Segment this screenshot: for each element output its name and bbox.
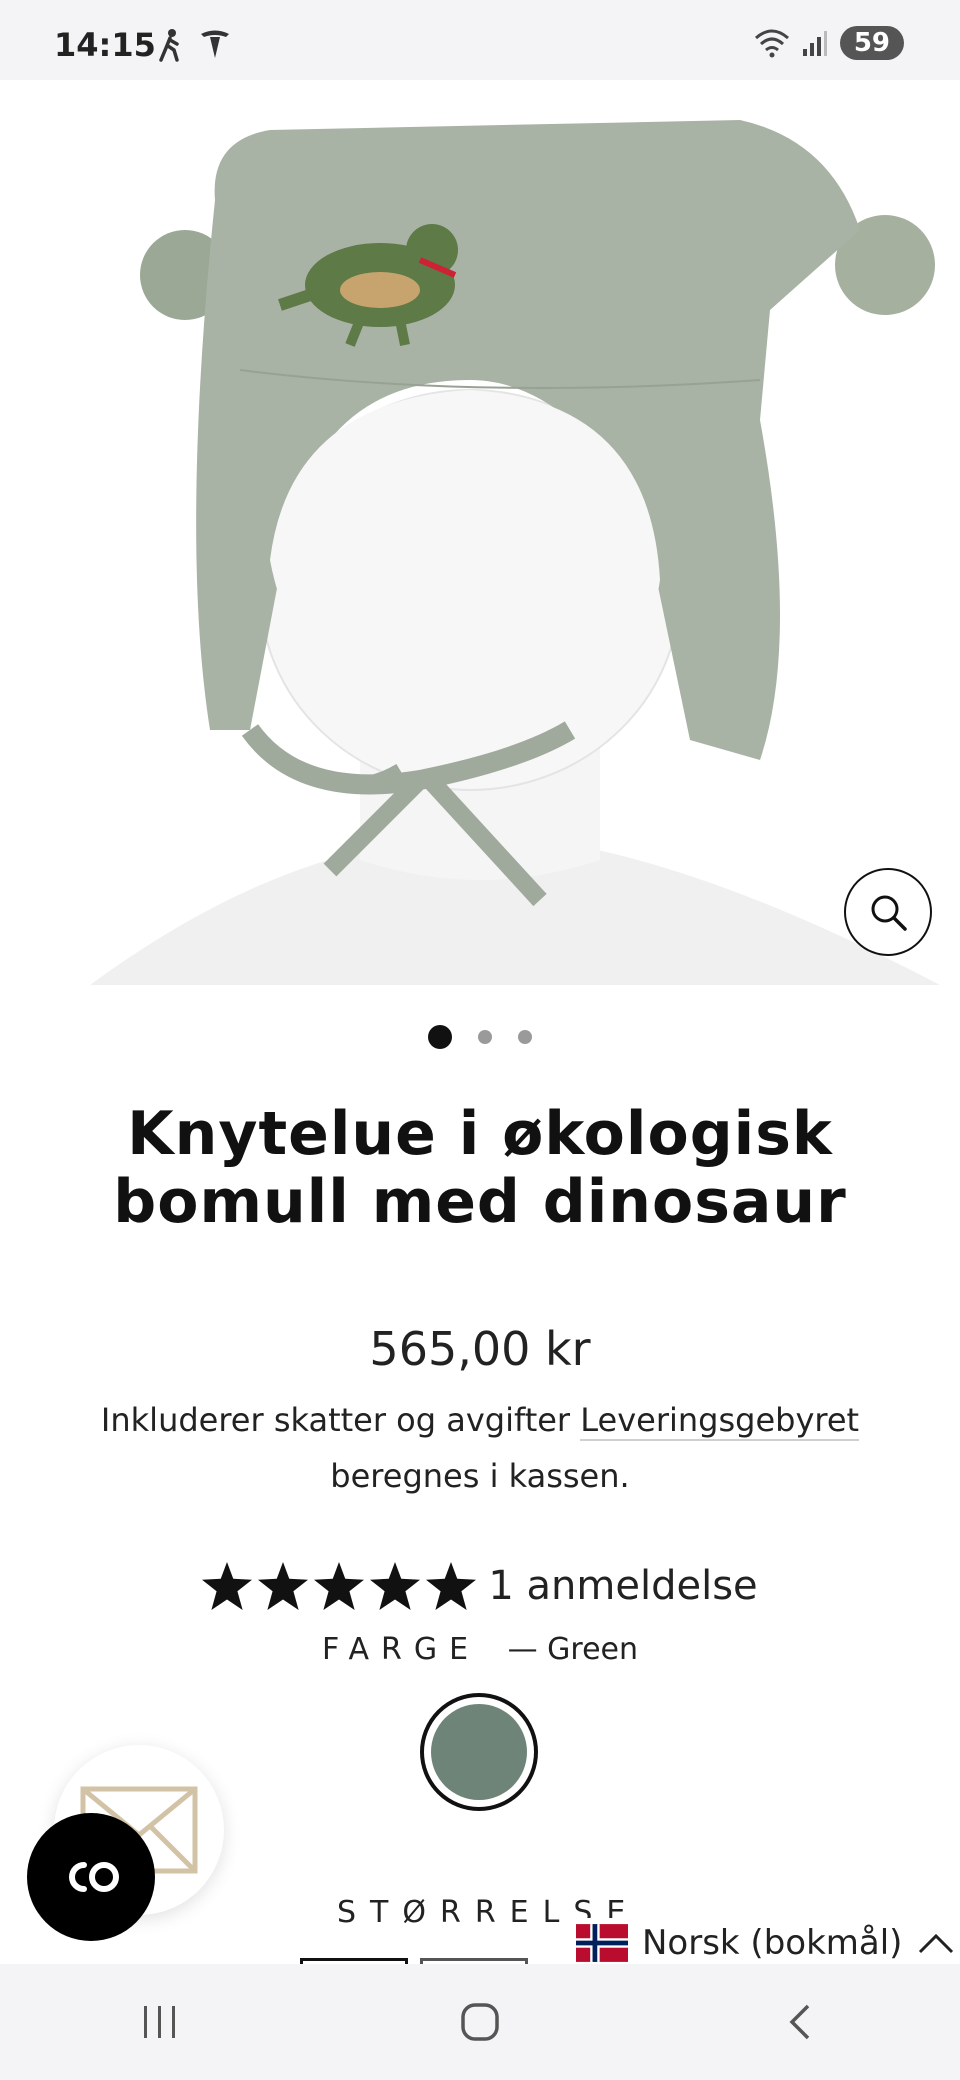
carousel-dot-2[interactable]: [478, 1030, 492, 1044]
color-value: — Green: [507, 1632, 638, 1667]
language-selector[interactable]: Norsk (bokmål): [572, 1918, 957, 1968]
magnifier-icon: [871, 895, 907, 931]
recent-apps-icon[interactable]: [138, 2002, 182, 2042]
rating-stars: [202, 1562, 477, 1610]
rating-row[interactable]: 1 anmeldelse: [0, 1562, 960, 1610]
language-label: Norsk (bokmål): [642, 1923, 903, 1963]
star-icon: [314, 1562, 365, 1610]
wifi-icon: [754, 29, 789, 58]
chevron-up-icon: [919, 1933, 954, 1954]
home-icon[interactable]: [458, 2000, 502, 2044]
battery-indicator: 59: [839, 26, 904, 60]
color-row: FARGE — Green: [0, 1632, 960, 1667]
carousel-dot-1[interactable]: [428, 1025, 452, 1049]
product-image[interactable]: [0, 80, 960, 985]
shipping-link[interactable]: Leveringsgebyret: [580, 1401, 860, 1441]
walking-icon: [159, 29, 179, 62]
zoom-button[interactable]: [844, 868, 932, 956]
tesla-icon: [201, 30, 229, 58]
signal-icon: [802, 31, 827, 56]
color-swatch-fill: [431, 1704, 527, 1800]
co-chat-icon: [69, 1862, 119, 1892]
star-icon: [426, 1562, 477, 1610]
carousel-dot-3[interactable]: [518, 1030, 532, 1044]
product-photo-hat: [90, 120, 940, 985]
tax-text: Inkluderer skatter og avgifter: [100, 1401, 571, 1439]
tax-text-2: beregnes i kassen.: [330, 1457, 630, 1495]
back-icon[interactable]: [778, 2000, 822, 2044]
status-icons-left: [155, 28, 231, 62]
color-swatch-green[interactable]: [420, 1693, 538, 1811]
tax-info: Inkluderer skatter og avgifter Leverings…: [50, 1392, 910, 1504]
product-page: 14:15 59 Knytelue i økologisk bomull med…: [0, 0, 960, 2080]
product-price: 565,00 kr: [369, 1322, 591, 1376]
product-title-line1: Knytelue i økologisk: [127, 1099, 833, 1169]
status-bar: 14:15 59: [0, 0, 960, 80]
product-title: Knytelue i økologisk bomull med dinosaur: [60, 1100, 900, 1236]
color-label: FARGE: [321, 1632, 481, 1667]
review-count[interactable]: 1 anmeldelse: [488, 1563, 757, 1609]
star-icon: [370, 1562, 421, 1610]
status-time: 14:15: [54, 26, 156, 64]
system-nav-bar: [0, 1964, 960, 2080]
norway-flag-icon: [576, 1924, 628, 1962]
status-icons-right: 59: [754, 26, 904, 60]
star-icon: [258, 1562, 309, 1610]
star-icon: [202, 1562, 253, 1610]
chat-button[interactable]: [27, 1813, 155, 1941]
product-title-line2: bomull med dinosaur: [113, 1167, 847, 1237]
carousel-dots: [0, 1025, 960, 1049]
